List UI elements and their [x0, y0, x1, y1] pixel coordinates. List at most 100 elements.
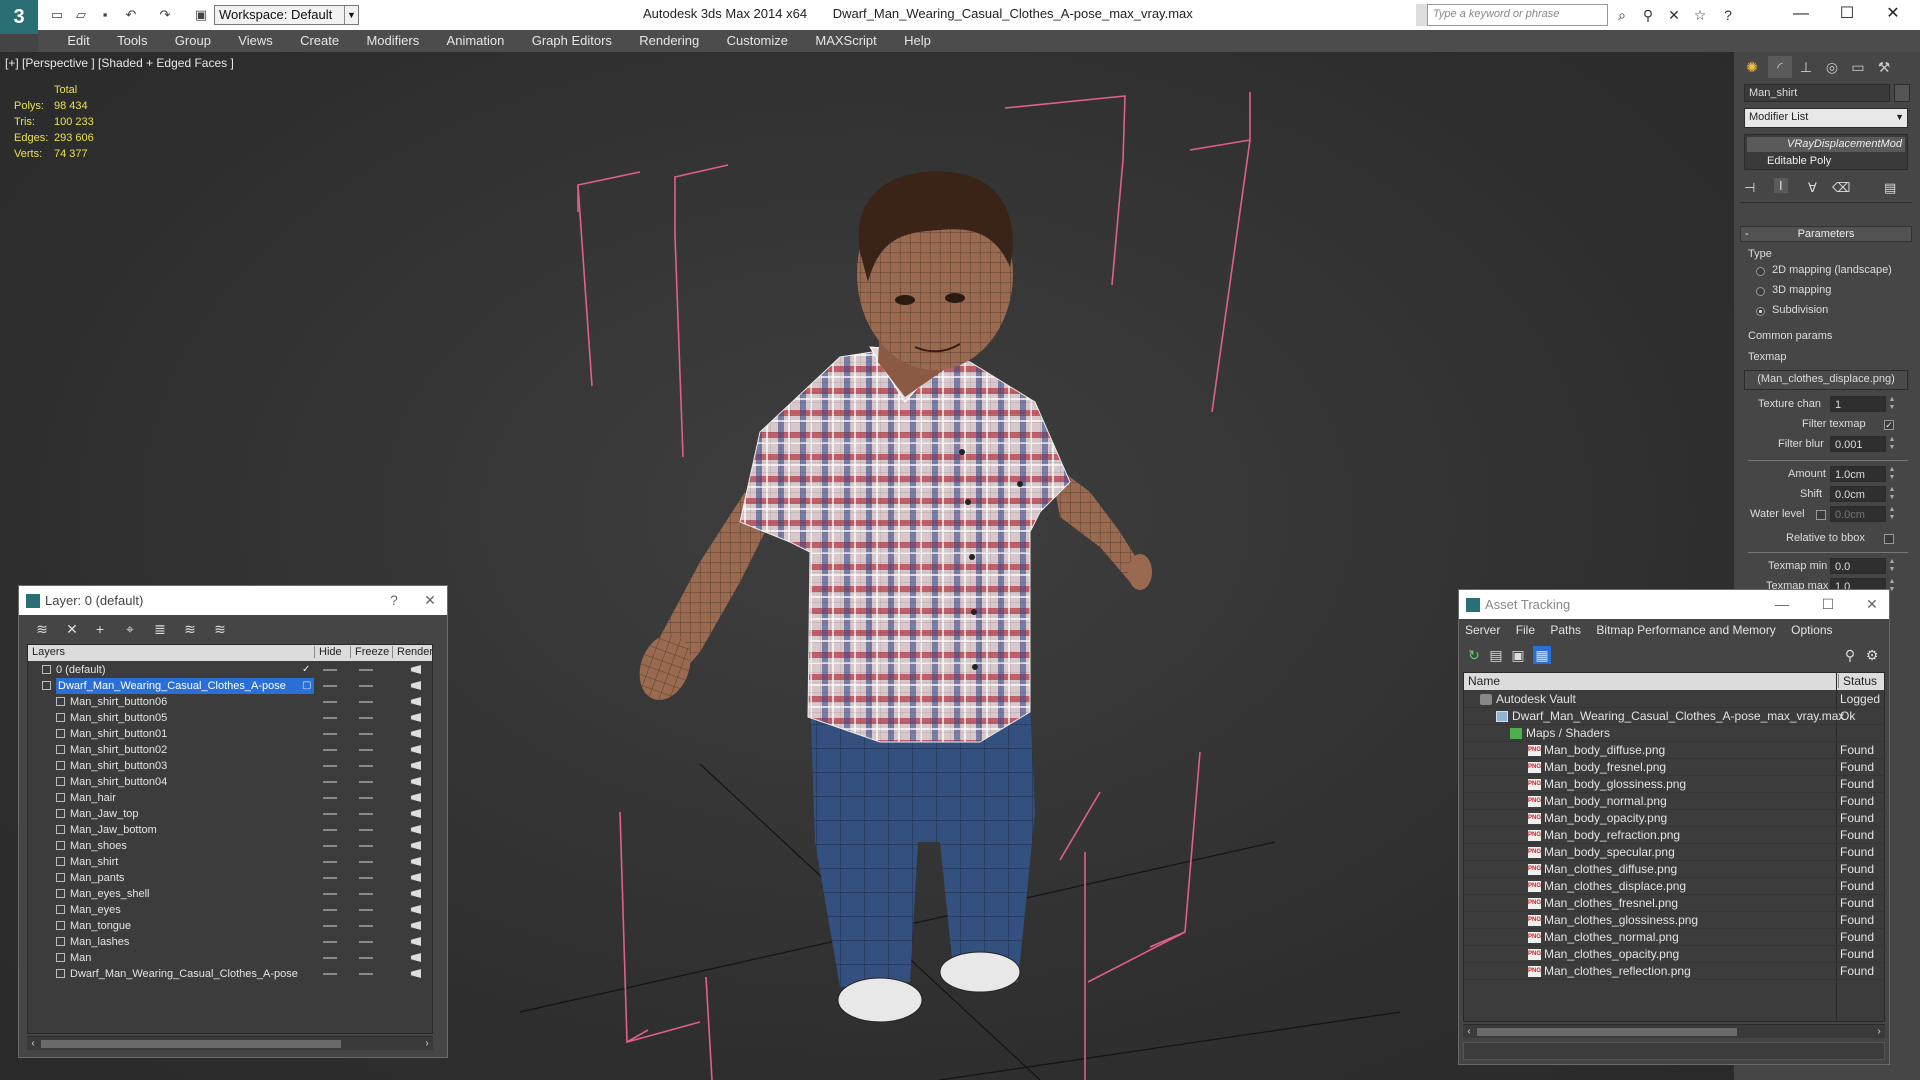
- radio-subdivision[interactable]: [1756, 307, 1765, 316]
- filter-texmap-checkbox[interactable]: ✓: [1884, 420, 1894, 430]
- freeze-toggle[interactable]: [359, 797, 373, 799]
- create-layer-icon[interactable]: ≋: [33, 620, 51, 638]
- help-icon[interactable]: ?: [1718, 6, 1738, 24]
- modifier-list-dropdown[interactable]: Modifier List ▼: [1744, 108, 1908, 128]
- layer-row[interactable]: Man_shirt_button02: [28, 742, 432, 758]
- help-button[interactable]: ?: [379, 586, 409, 615]
- render-teapot-icon[interactable]: [411, 921, 421, 930]
- asset-horizontal-scrollbar[interactable]: ‹ ›: [1463, 1024, 1885, 1038]
- freeze-toggle[interactable]: [359, 893, 373, 895]
- layer-row[interactable]: Man_shirt_button04: [28, 774, 432, 790]
- hide-toggle[interactable]: [323, 845, 337, 847]
- asset-row[interactable]: PNG Man_body_glossiness.png Found: [1464, 776, 1884, 793]
- amount-spinner[interactable]: ▲ ▼: [1888, 466, 1896, 482]
- scroll-thumb[interactable]: [1477, 1028, 1737, 1036]
- layer-row[interactable]: Man_eyes: [28, 902, 432, 918]
- hide-toggle[interactable]: [323, 781, 337, 783]
- render-teapot-icon[interactable]: [411, 857, 421, 866]
- search-expand-icon[interactable]: [1416, 4, 1428, 26]
- scroll-right-icon[interactable]: ›: [421, 1037, 433, 1051]
- hide-toggle[interactable]: [323, 765, 337, 767]
- layer-row[interactable]: Man_shirt_button05: [28, 710, 432, 726]
- pin-stack-icon[interactable]: ⊣: [1744, 180, 1755, 196]
- filter-blur-spinner[interactable]: ▲ ▼: [1888, 436, 1896, 452]
- hide-all-icon[interactable]: ≋: [181, 620, 199, 638]
- render-teapot-icon[interactable]: [411, 953, 421, 962]
- asset-row[interactable]: PNG Man_body_opacity.png Found: [1464, 810, 1884, 827]
- layer-row[interactable]: Man_lashes: [28, 934, 432, 950]
- relative-bbox-checkbox[interactable]: [1884, 534, 1894, 544]
- render-teapot-icon[interactable]: [411, 713, 421, 722]
- asset-row[interactable]: PNG Man_clothes_diffuse.png Found: [1464, 861, 1884, 878]
- asset-row[interactable]: PNG Man_body_specular.png Found: [1464, 844, 1884, 861]
- menu-graph-editors[interactable]: Graph Editors: [520, 30, 624, 52]
- column-freeze[interactable]: Freeze: [350, 646, 389, 658]
- render-teapot-icon[interactable]: [411, 905, 421, 914]
- freeze-toggle[interactable]: [359, 749, 373, 751]
- hide-toggle[interactable]: [323, 717, 337, 719]
- scroll-left-icon[interactable]: ‹: [27, 1037, 39, 1051]
- render-teapot-icon[interactable]: [411, 681, 421, 690]
- asset-row[interactable]: PNG Man_body_fresnel.png Found: [1464, 759, 1884, 776]
- asset-row[interactable]: PNG Man_clothes_glossiness.png Found: [1464, 912, 1884, 929]
- hide-toggle[interactable]: [323, 829, 337, 831]
- scroll-thumb[interactable]: [41, 1040, 341, 1048]
- maximize-button[interactable]: ☐: [1813, 590, 1843, 619]
- thumbnail-view-icon[interactable]: ▣: [1509, 646, 1527, 664]
- hide-toggle[interactable]: [323, 813, 337, 815]
- column-render[interactable]: Render: [392, 646, 432, 658]
- delete-layer-icon[interactable]: ✕: [63, 620, 81, 638]
- viewport-label[interactable]: [+] [Perspective ] [Shaded + Edged Faces…: [5, 56, 234, 70]
- render-teapot-icon[interactable]: [411, 825, 421, 834]
- asset-menu-options[interactable]: Options: [1785, 619, 1838, 641]
- render-teapot-icon[interactable]: [411, 793, 421, 802]
- freeze-toggle[interactable]: [359, 765, 373, 767]
- layer-row[interactable]: Dwarf_Man_Wearing_Casual_Clothes_A-pose: [28, 966, 432, 982]
- menu-customize[interactable]: Customize: [715, 30, 800, 52]
- asset-row[interactable]: Autodesk Vault Logged: [1464, 691, 1884, 708]
- render-teapot-icon[interactable]: [411, 665, 421, 674]
- list-view-icon[interactable]: ▤: [1487, 646, 1505, 664]
- asset-menu-server[interactable]: Server: [1459, 619, 1506, 641]
- menu-help[interactable]: Help: [892, 30, 943, 52]
- render-teapot-icon[interactable]: [411, 777, 421, 786]
- freeze-toggle[interactable]: [359, 957, 373, 959]
- save-file-icon[interactable]: ▪: [96, 6, 114, 24]
- freeze-toggle[interactable]: [359, 717, 373, 719]
- asset-menu-paths[interactable]: Paths: [1544, 619, 1587, 641]
- motion-tab-icon[interactable]: ◎: [1820, 56, 1844, 78]
- redo-icon[interactable]: ↷: [156, 6, 174, 24]
- project-folder-icon[interactable]: ▣: [192, 6, 210, 24]
- column-layers[interactable]: Layers: [32, 646, 65, 658]
- vault-settings-icon[interactable]: ⚙: [1863, 646, 1881, 664]
- freeze-toggle[interactable]: [359, 925, 373, 927]
- layer-row[interactable]: Man_pants: [28, 870, 432, 886]
- utilities-tab-icon[interactable]: ⚒: [1872, 56, 1896, 78]
- favorites-star-icon[interactable]: ☆: [1690, 6, 1710, 24]
- freeze-toggle[interactable]: [359, 861, 373, 863]
- amount-input[interactable]: 1.0cm: [1830, 466, 1886, 482]
- shift-spinner[interactable]: ▲ ▼: [1888, 486, 1896, 502]
- render-teapot-icon[interactable]: [411, 873, 421, 882]
- water-level-spinner[interactable]: ▲ ▼: [1888, 506, 1896, 522]
- scroll-left-icon[interactable]: ‹: [1463, 1025, 1475, 1039]
- asset-row[interactable]: Dwarf_Man_Wearing_Casual_Clothes_A-pose_…: [1464, 708, 1884, 725]
- radio-2d-mapping[interactable]: [1756, 267, 1765, 276]
- render-teapot-icon[interactable]: [411, 745, 421, 754]
- hide-toggle[interactable]: [323, 909, 337, 911]
- layer-row[interactable]: 0 (default) ✓: [28, 662, 432, 678]
- layer-row[interactable]: Man_Jaw_bottom: [28, 822, 432, 838]
- hide-toggle[interactable]: [323, 893, 337, 895]
- asset-row[interactable]: PNG Man_clothes_normal.png Found: [1464, 929, 1884, 946]
- layer-row[interactable]: Man_eyes_shell: [28, 886, 432, 902]
- select-objects-icon[interactable]: ⌖: [121, 620, 139, 638]
- asset-row[interactable]: PNG Man_clothes_displace.png Found: [1464, 878, 1884, 895]
- hide-toggle[interactable]: [323, 733, 337, 735]
- search-input[interactable]: Type a keyword or phrase: [1416, 4, 1608, 26]
- layer-dialog-titlebar[interactable]: Layer: 0 (default) ? ✕: [19, 586, 447, 615]
- close-button[interactable]: ✕: [1870, 0, 1916, 30]
- menu-animation[interactable]: Animation: [435, 30, 517, 52]
- subscription-icon[interactable]: ⚲: [1638, 6, 1658, 24]
- texmap-button[interactable]: (Man_clothes_displace.png): [1744, 370, 1908, 390]
- refresh-icon[interactable]: ↻: [1465, 646, 1483, 664]
